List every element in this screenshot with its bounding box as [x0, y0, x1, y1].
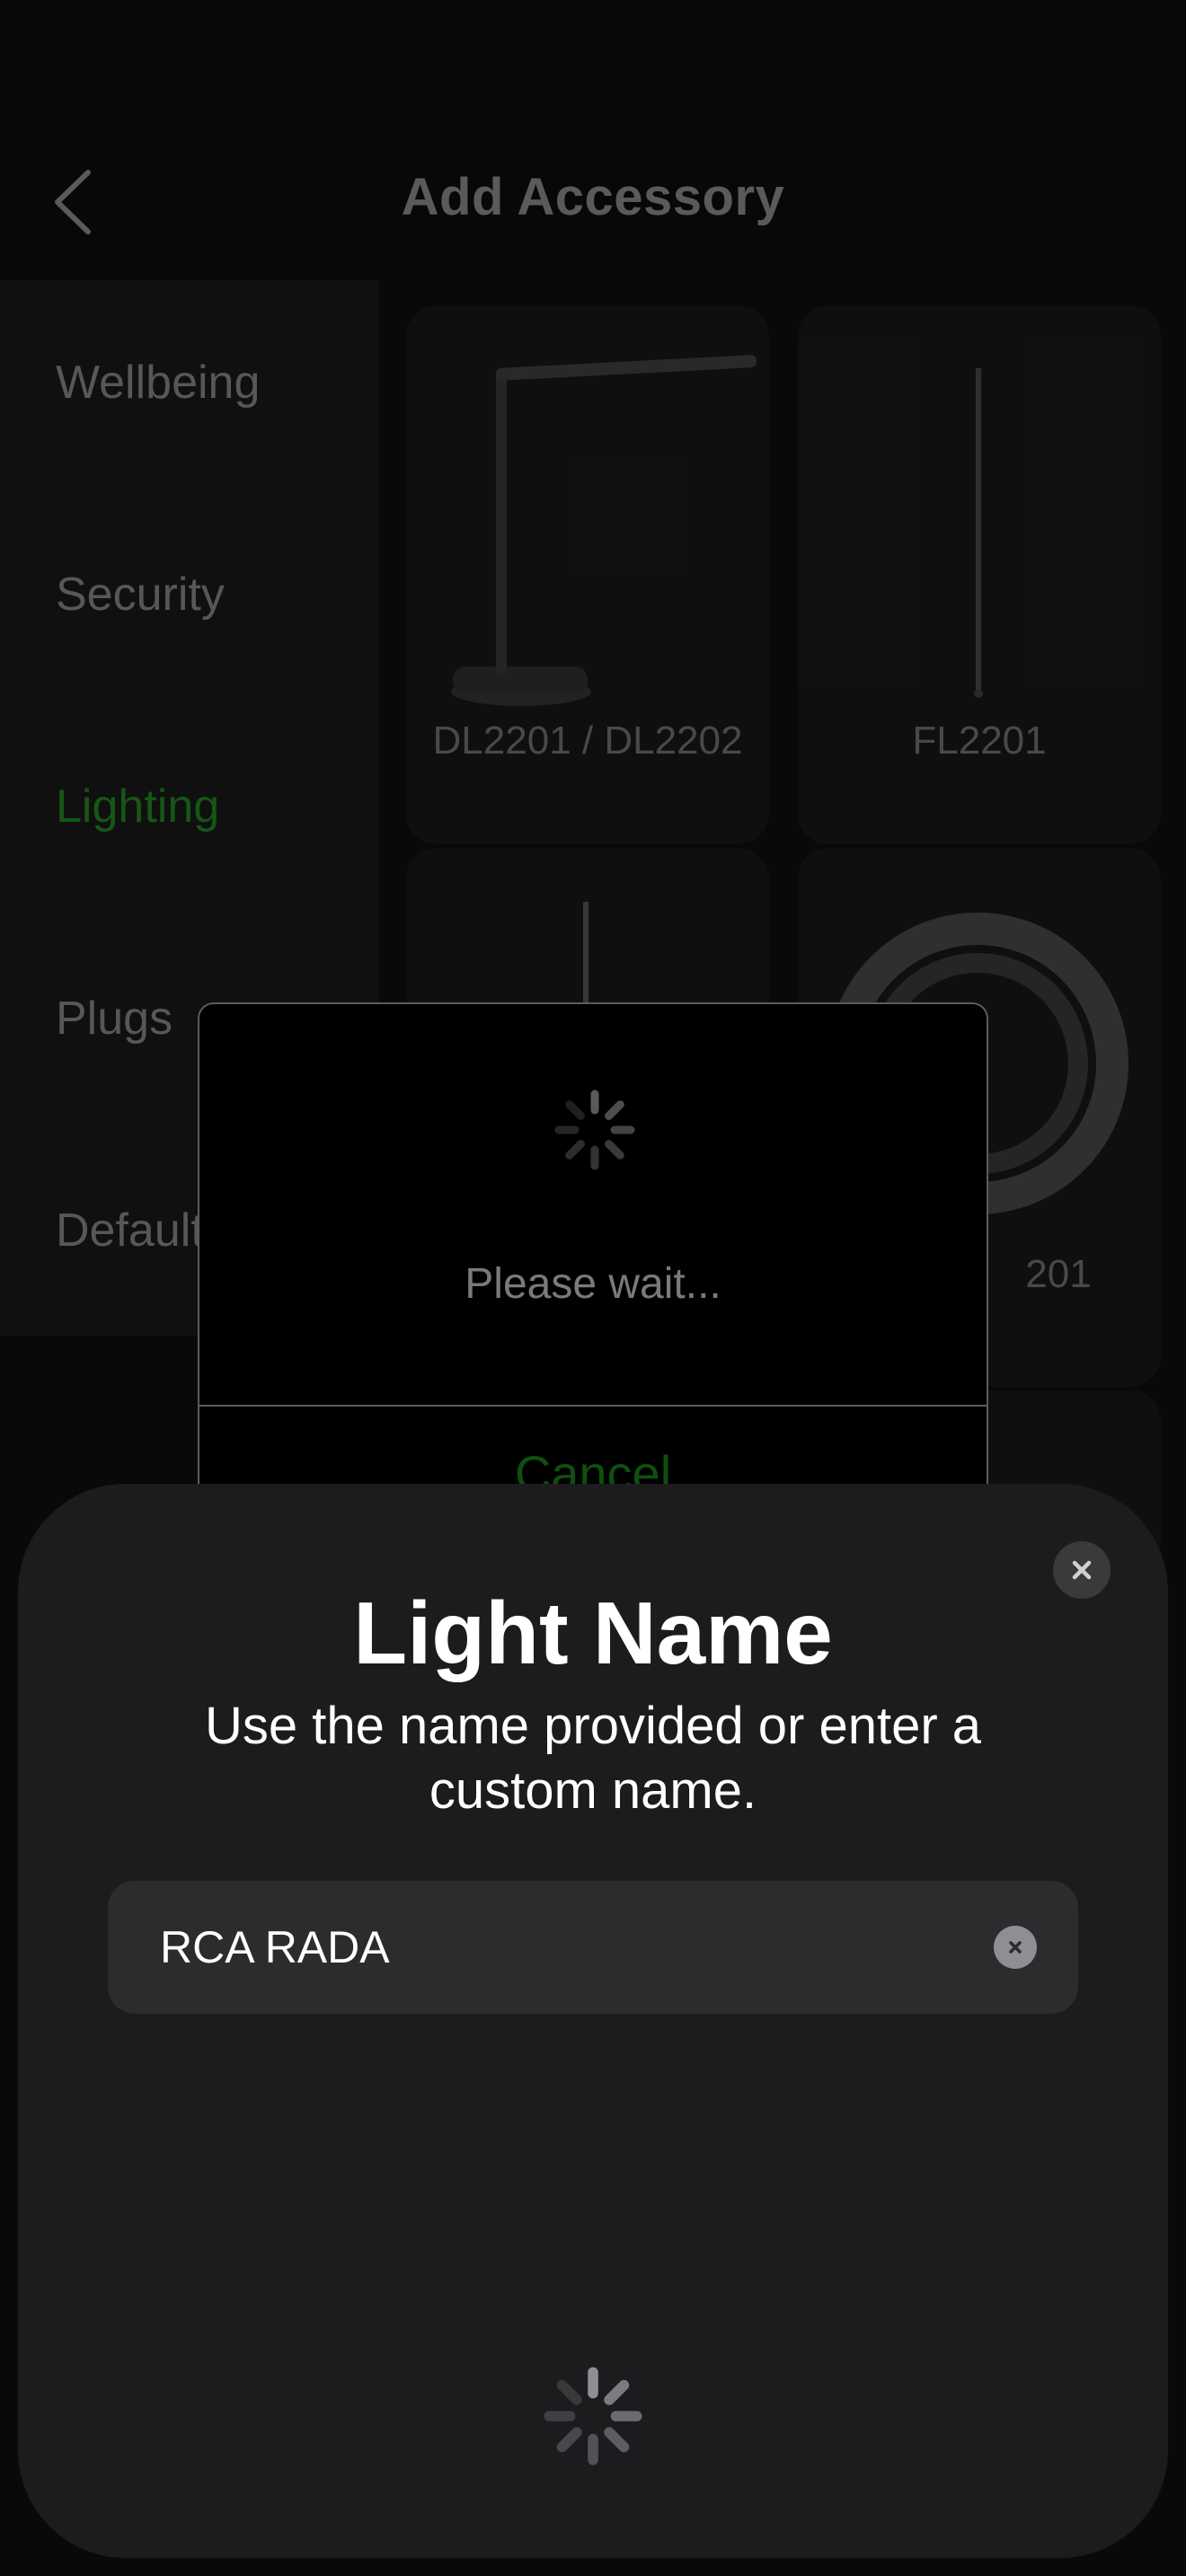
light-name-sheet: Light Name Use the name provided or ente…: [18, 1484, 1168, 2558]
dialog-message: Please wait...: [465, 1260, 721, 1308]
light-name-input[interactable]: [160, 1881, 969, 2014]
sheet-title: Light Name: [353, 1584, 833, 1682]
loading-dialog: Please wait... Cancel: [198, 1002, 988, 1505]
spinner-icon: [554, 1090, 635, 1170]
light-name-field[interactable]: [108, 1881, 1078, 2014]
clear-text-button[interactable]: [994, 1926, 1037, 1969]
dialog-divider: [199, 1405, 987, 1407]
spinner-icon: [544, 2367, 642, 2466]
sheet-subtitle: Use the name provided or enter a custom …: [204, 1697, 982, 1820]
clear-icon: [1009, 1941, 1022, 1954]
close-icon: [1072, 1560, 1092, 1580]
